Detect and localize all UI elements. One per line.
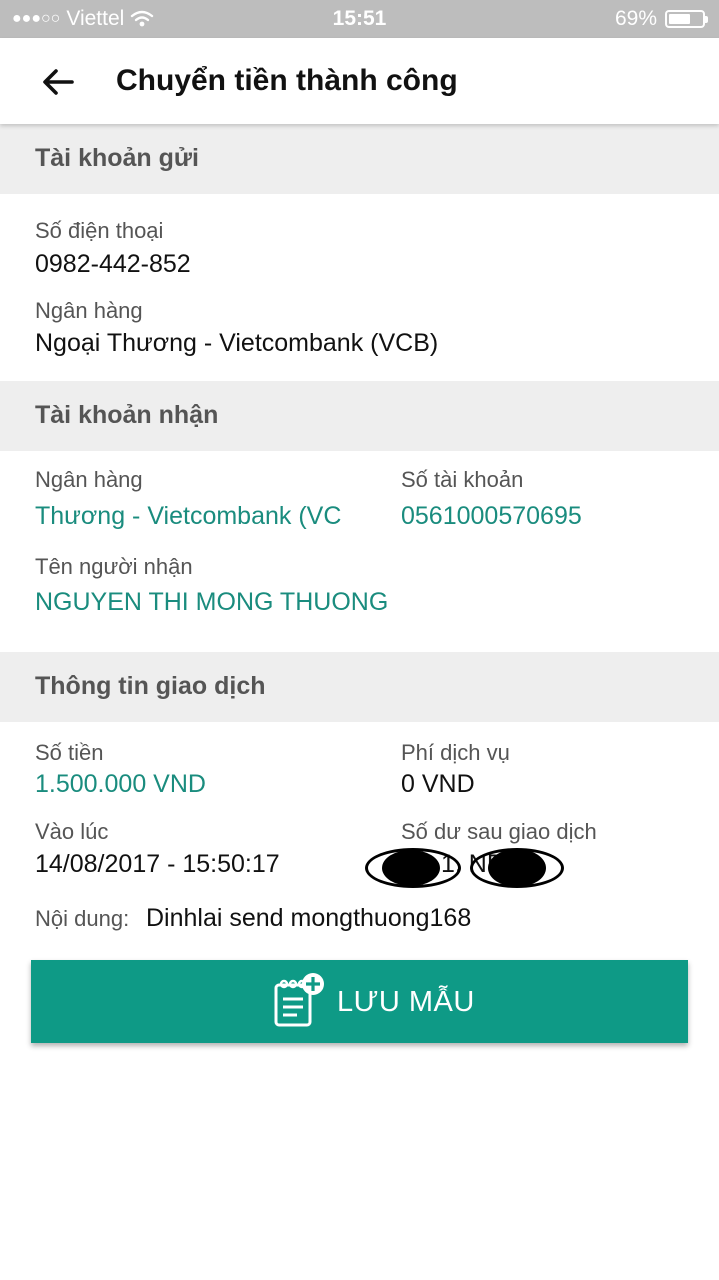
balance-label: Số dư sau giao dịch xyxy=(401,819,597,844)
redaction-mark xyxy=(382,850,440,886)
receiver-bank-value: Thương - Vietcombank (VC xyxy=(35,502,342,530)
back-arrow-icon[interactable] xyxy=(38,62,78,102)
battery-info: 69% xyxy=(614,7,708,31)
sender-bank-label: Ngân hàng xyxy=(35,298,143,323)
receiver-account-label: Số tài khoản xyxy=(401,467,524,492)
amount-value: 1.500.000 VND xyxy=(35,770,206,798)
sender-phone-label: Số điện thoại xyxy=(35,218,164,243)
save-template-label: LƯU MẪU xyxy=(337,986,475,1018)
receiver-name-value: NGUYEN THI MONG THUONG xyxy=(35,588,389,616)
sender-section-header: Tài khoản gửi xyxy=(0,124,719,194)
content-value: Dinhlai send mongthuong168 xyxy=(146,904,472,932)
receiver-section-header: Tài khoản nhận xyxy=(0,381,719,451)
clock: 15:51 xyxy=(332,7,387,30)
transaction-section-header: Thông tin giao dịch xyxy=(0,652,719,722)
save-template-button[interactable]: LƯU MẪU xyxy=(31,960,688,1043)
time-label: Vào lúc xyxy=(35,819,109,844)
app-bar: Chuyển tiền thành công xyxy=(0,38,719,124)
receiver-name-label: Tên người nhận xyxy=(35,554,193,579)
receiver-account-value: 0561000570695 xyxy=(401,502,582,530)
fee-label: Phí dịch vụ xyxy=(401,740,510,765)
battery-percent: 69% xyxy=(614,7,657,30)
battery-icon xyxy=(665,10,708,28)
page-title: Chuyển tiền thành công xyxy=(116,64,458,97)
sender-bank-value: Ngoại Thương - Vietcombank (VCB) xyxy=(35,329,439,357)
redaction-mark xyxy=(488,849,546,887)
note-add-icon xyxy=(274,973,324,1027)
status-bar: ●●●○○ Viettel 15:51 69% xyxy=(0,0,719,38)
fee-value: 0 VND xyxy=(401,770,475,798)
receiver-section-title: Tài khoản nhận xyxy=(35,401,219,429)
sender-phone-value: 0982-442-852 xyxy=(35,250,191,278)
time-value: 14/08/2017 - 15:50:17 xyxy=(35,850,280,878)
amount-label: Số tiền xyxy=(35,740,104,765)
sender-section-title: Tài khoản gửi xyxy=(35,144,199,172)
transaction-section-title: Thông tin giao dịch xyxy=(35,672,266,700)
content-label: Nội dung: xyxy=(35,906,130,931)
receiver-bank-label: Ngân hàng xyxy=(35,467,143,492)
